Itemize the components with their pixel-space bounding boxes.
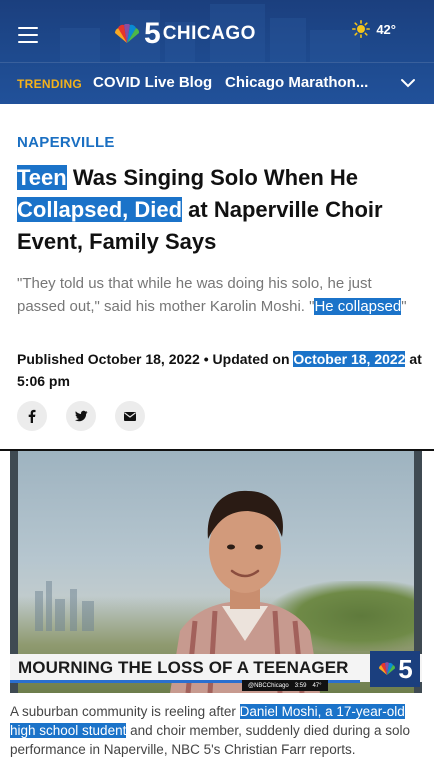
headline-highlight-2: Collapsed, Died (17, 197, 183, 222)
ticker-handle: @NBCChicago (248, 682, 289, 689)
share-email-button[interactable] (115, 401, 145, 431)
article-headline: Teen Was Singing Solo When He Collapsed,… (17, 162, 417, 258)
peacock-icon (379, 662, 396, 675)
menu-button[interactable] (18, 27, 38, 43)
temperature: 42° (376, 21, 396, 37)
published-text: Published October 18, 2022 • Updated on (17, 351, 294, 367)
chevron-down-icon[interactable] (400, 75, 416, 91)
site-header: 5 CHICAGO 42° TRENDING COVID Live Blog C… (0, 0, 434, 104)
trending-item-covid[interactable]: COVID Live Blog (93, 74, 212, 91)
distant-skyline (35, 581, 94, 631)
lower-third-text: MOURNING THE LOSS OF A TEENAGER (18, 658, 349, 677)
ticker-temp: 47° (312, 682, 322, 689)
peacock-icon (114, 24, 140, 43)
video-player[interactable]: MOURNING THE LOSS OF A TEENAGER @NBCChic… (10, 451, 422, 693)
facebook-icon (28, 409, 36, 423)
ticker-time: 3:59 (294, 682, 307, 689)
article-dek: "They told us that while he was doing hi… (17, 272, 422, 318)
hamburger-icon (18, 27, 38, 29)
trending-bar: TRENDING COVID Live Blog Chicago Maratho… (0, 62, 434, 104)
brand-number: 5 (144, 17, 161, 50)
share-twitter-button[interactable] (66, 401, 96, 431)
station-bug: 5 (370, 651, 420, 687)
video-ticker: @NBCChicago 3:59 47° (242, 680, 328, 691)
article-meta: Published October 18, 2022 • Updated on … (17, 348, 422, 392)
email-icon (124, 412, 136, 421)
share-facebook-button[interactable] (17, 401, 47, 431)
section-label[interactable]: NAPERVILLE (17, 134, 115, 151)
trending-item-marathon[interactable]: Chicago Marathon... (225, 74, 368, 91)
dek-highlight: He collapsed (314, 298, 402, 315)
video-caption: A suburban community is reeling after Da… (10, 702, 424, 759)
dek-tail: " (401, 298, 407, 315)
sun-icon (352, 20, 371, 38)
brand-city: CHICAGO (162, 23, 256, 44)
headline-highlight-1: Teen (17, 165, 67, 190)
caption-pre: A suburban community is reeling after (10, 704, 240, 719)
bug-number: 5 (398, 653, 413, 684)
updated-date-highlight: October 18, 2022 (293, 351, 406, 367)
lower-third: MOURNING THE LOSS OF A TEENAGER (10, 654, 422, 683)
weather-widget[interactable]: 42° (352, 20, 396, 38)
nbc5-chicago-logo[interactable]: 5 CHICAGO (112, 18, 256, 50)
twitter-icon (75, 410, 88, 422)
trending-label: TRENDING (17, 77, 83, 91)
headline-text-1: Was Singing Solo When He (66, 165, 359, 190)
